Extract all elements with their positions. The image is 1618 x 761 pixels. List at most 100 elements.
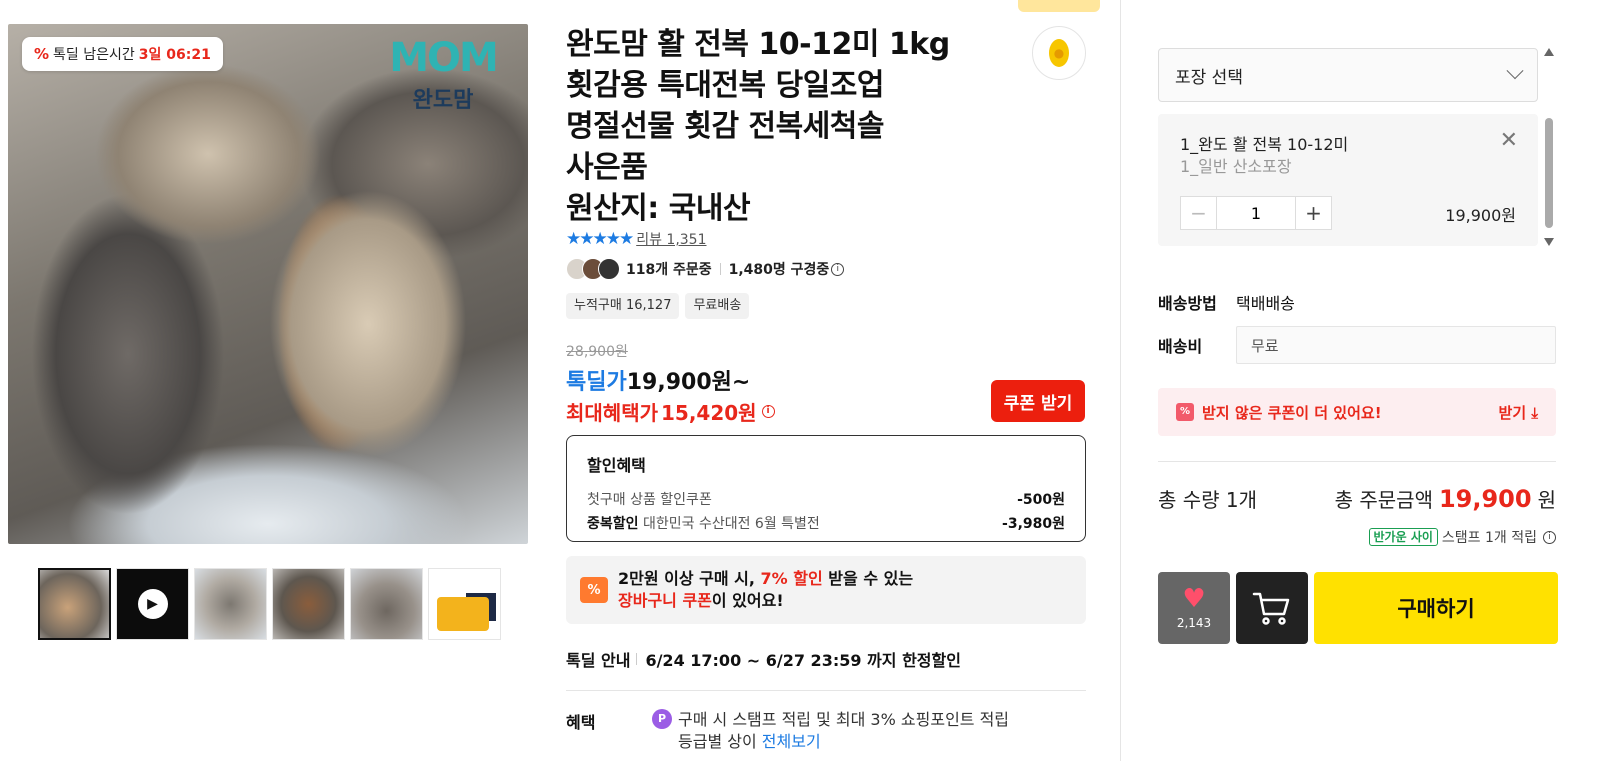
thumbnail-2-video[interactable]: ▶ (116, 568, 189, 640)
action-buttons: ♥ 2,143 구매하기 (1158, 572, 1558, 644)
benefit-label: 혜택 (566, 713, 596, 732)
close-icon[interactable]: ✕ (1500, 128, 1518, 153)
scroll-up-icon[interactable] (1544, 48, 1554, 56)
divider (1158, 461, 1556, 462)
order-panel: 포장 선택 1_완도 활 전복 10-12미 1_일반 산소포장 ✕ − + 1… (1158, 0, 1558, 761)
thumbnail-3[interactable] (194, 568, 267, 640)
timer-value: 3일 06:21 (138, 47, 211, 63)
package-select[interactable]: 포장 선택 (1158, 48, 1538, 102)
buy-button[interactable]: 구매하기 (1314, 572, 1558, 644)
total-amount-unit: 원 (1537, 488, 1556, 512)
divider (636, 653, 638, 665)
shipping-fee-label: 배송비 (1158, 337, 1203, 356)
thumbnail-strip: ▶ (38, 568, 501, 640)
title-line: 횟감용 특대전복 당일조업 (566, 68, 885, 103)
discount-strong: 중복할인 (587, 516, 639, 532)
discount-value: -3,980원 (1002, 516, 1065, 532)
deal-info: 톡딜 안내 6/24 17:00 ~ 6/27 23:59 까지 한정할인 (566, 647, 961, 671)
browsing-count: 1,480명 구경중 (728, 262, 830, 278)
info-icon[interactable]: i (761, 405, 775, 418)
title-line: 원산지: 국내산 (566, 191, 751, 226)
discount-row: 첫구매 상품 할인쿠폰 -500원 (587, 488, 1065, 512)
cc-line1-post: 받을 수 있는 (822, 569, 914, 588)
benefit-view-all-link[interactable]: 전체보기 (762, 732, 821, 751)
discount-box: 할인혜택 첫구매 상품 할인쿠폰 -500원 중복할인 대한민국 수산대전 6월… (566, 435, 1086, 542)
download-icon: ⤓ (1531, 403, 1538, 422)
discount-label-text: 대한민국 수산대전 6월 특별전 (642, 516, 820, 532)
ordering-count: 118개 주문중 (626, 262, 712, 278)
cart-button[interactable] (1236, 572, 1308, 644)
gift-box-image (437, 597, 489, 631)
thumbnail-6[interactable] (428, 568, 501, 640)
coin-icon: ● (1049, 39, 1069, 67)
selected-option-card: 1_완도 활 전복 10-12미 1_일반 산소포장 ✕ − + 19,900원 (1158, 114, 1538, 246)
shipping-fee-field: 무료 (1236, 326, 1556, 364)
thumbnail-5[interactable] (350, 568, 423, 640)
discount-label: 중복할인 대한민국 수산대전 6월 특별전 (587, 512, 820, 536)
chevron-down-icon (1506, 62, 1524, 80)
original-price: 28,900원 (566, 344, 628, 360)
product-info: ● 완도맘 활 전복 10-12미 1kg 횟감용 특대전복 당일조업 명절선물… (566, 0, 1100, 751)
deal-info-label: 톡딜 안내 (566, 651, 631, 670)
quantity-stepper: − + (1180, 196, 1332, 230)
play-icon: ▶ (137, 589, 168, 619)
decrease-button[interactable]: − (1181, 197, 1217, 229)
claim-label: 받기 (1498, 403, 1527, 422)
increase-button[interactable]: + (1295, 197, 1331, 229)
info-icon[interactable]: i (1543, 530, 1556, 544)
benefit-text-2-pre: 등급별 상이 (678, 732, 757, 751)
chip-free-shipping: 무료배송 (685, 293, 750, 319)
shipping-method-row: 배송방법 택배배송 (1158, 290, 1295, 314)
thumbnail-4[interactable] (272, 568, 345, 640)
max-benefit-price: 최대혜택가 15,420원 i (566, 397, 775, 426)
thumbnail-1[interactable] (38, 568, 111, 640)
buyer-activity: 118개 주문중 1,480명 구경중 i (566, 258, 845, 280)
deal-timer-badge: % 톡딜 남은시간 3일 06:21 (22, 37, 223, 71)
stamp-text: 스탬프 1개 적립 (1441, 530, 1537, 546)
shipping-fee-row: 배송비 무료 (1158, 326, 1556, 364)
review-link[interactable]: 리뷰 1,351 (636, 229, 706, 249)
option-sub: 1_일반 산소포장 (1180, 157, 1292, 176)
wishlist-button[interactable]: ♥ 2,143 (1158, 572, 1230, 644)
title-line: 명절선물 횟감 전복세척솔 (566, 109, 885, 144)
coupon-button[interactable]: 쿠폰 받기 (991, 380, 1085, 422)
discount-value: -500원 (1017, 492, 1065, 508)
star-rating-icon: ★★★★★ (566, 229, 634, 249)
cart-coupon-text: 2만원 이상 구매 시, 7% 할인 받을 수 있는 장바구니 쿠폰이 있어요! (618, 568, 913, 612)
cart-coupon-banner[interactable]: % 2만원 이상 구매 시, 7% 할인 받을 수 있는 장바구니 쿠폰이 있어… (566, 556, 1086, 624)
shipping-method-label: 배송방법 (1158, 294, 1217, 313)
unclaimed-coupon-banner[interactable]: % 받지 않은 쿠폰이 더 있어요! 받기 ⤓ (1158, 388, 1556, 436)
timer-label: 톡딜 남은시간 (53, 47, 135, 63)
brand-logo-sub: 완도맘 (412, 88, 474, 113)
title-line: 사은품 (566, 150, 648, 185)
stamp-row: 반가운 사이 스탬프 1개 적립 i (1368, 527, 1556, 547)
benefit-text: 구매 시 스탬프 적립 및 최대 3% 쇼핑포인트 적립 (678, 710, 1010, 729)
point-icon: P (652, 709, 672, 729)
coin-tooltip (1018, 0, 1100, 12)
total-amount-label: 총 주문금액 (1334, 488, 1433, 512)
scroll-thumb[interactable] (1545, 118, 1553, 228)
percent-icon: % (34, 45, 50, 63)
coin-button[interactable]: ● (1032, 26, 1086, 80)
claim-coupon-button[interactable]: 받기 ⤓ (1499, 402, 1538, 423)
quantity-input[interactable] (1217, 197, 1295, 229)
coupon-icon: % (580, 577, 608, 603)
cc-line1-pre: 2만원 이상 구매 시, (618, 569, 761, 588)
discount-label: 첫구매 상품 할인쿠폰 (587, 492, 712, 508)
rating-row: ★★★★★ 리뷰 1,351 (566, 229, 707, 249)
product-title: 완도맘 활 전복 10-12미 1kg 횟감용 특대전복 당일조업 명절선물 횟… (566, 24, 966, 229)
divider (719, 263, 721, 275)
total-amount: 총 주문금액 19,900 원 (1335, 484, 1556, 513)
unclaimed-coupon-text: 받지 않은 쿠폰이 더 있어요! (1202, 403, 1382, 422)
product-chips: 누적구매 16,127 무료배송 (566, 293, 750, 319)
coupon-icon: % (1176, 403, 1194, 421)
total-amount-value: 19,900 (1438, 485, 1532, 513)
option-scrollbar[interactable] (1542, 48, 1556, 246)
buyer-avatars (566, 258, 620, 280)
package-select-label: 포장 선택 (1175, 67, 1243, 88)
cc-line1-red: 7% 할인 (760, 569, 823, 588)
discount-row: 중복할인 대한민국 수산대전 6월 특별전 -3,980원 (587, 512, 1065, 536)
info-icon[interactable]: i (831, 262, 845, 276)
scroll-down-icon[interactable] (1544, 238, 1554, 246)
benefit-text-2: 등급별 상이 전체보기 (678, 731, 1009, 753)
